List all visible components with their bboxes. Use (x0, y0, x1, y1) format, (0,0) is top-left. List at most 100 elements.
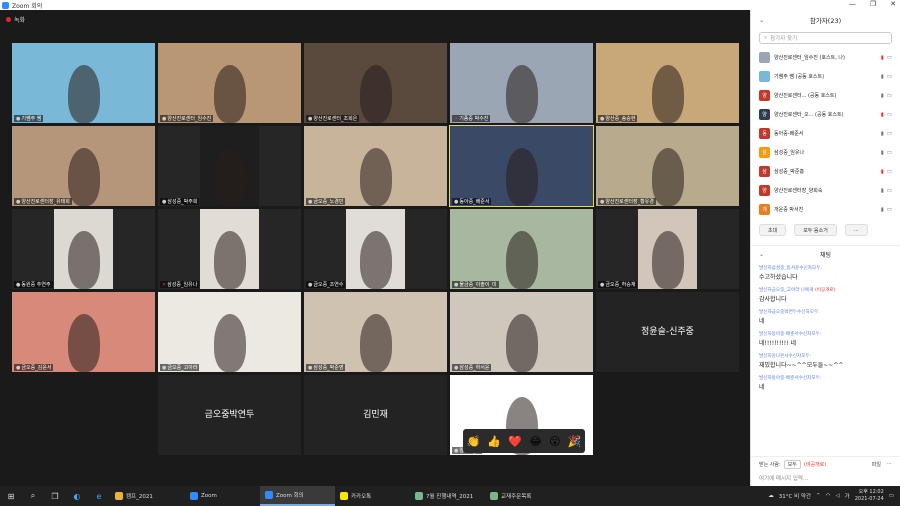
tile-label: ● 동원중 추연주 (14, 281, 53, 288)
video-tile[interactable]: ● 양산진로센터_조희은 (304, 43, 447, 123)
volume-icon[interactable]: ◁ (835, 493, 839, 499)
video-tile[interactable]: ● 금오중_노경민 (304, 126, 447, 206)
video-tile[interactable] (12, 375, 155, 455)
mute-all-button[interactable]: 모두 음소거 (794, 224, 837, 236)
chat-message: 발신자동아중-배준서수신자모두: 네 (759, 375, 892, 391)
video-tile[interactable]: ● 금오중_김윤서 (12, 292, 155, 372)
video-tile[interactable]: 정윤슬-신주중 (596, 292, 739, 372)
video-tile[interactable]: ● 삼성중_하서윤 (450, 292, 593, 372)
internet-explorer-icon[interactable]: e (88, 486, 110, 506)
surprise-reaction-icon[interactable]: 😮 (549, 435, 560, 448)
mic-icon[interactable]: ▮ (881, 131, 884, 137)
participant-name: 양산진로센터장_양희숙 (774, 188, 823, 194)
mic-icon[interactable]: ▮ (881, 207, 884, 213)
taskbar-app[interactable]: 캠프_2021 (110, 486, 185, 506)
chat-input[interactable]: 여기에 메시지 입력... (759, 474, 892, 482)
mic-icon[interactable]: ▮ (881, 112, 884, 118)
invite-button[interactable]: 초대 (759, 224, 787, 236)
participant-row[interactable]: 동 동아중-배준서 ▮ ▭ (751, 124, 900, 143)
participant-row[interactable]: 양산진로센터_임수진 (호스트, 나) ▮ ▭ (751, 48, 900, 67)
task-view-icon[interactable]: ❐ (44, 486, 66, 506)
mic-icon[interactable]: ▮ (881, 169, 884, 175)
party-reaction-icon[interactable]: 🎉 (568, 435, 582, 448)
participant-row[interactable]: 삼 삼성중_박준홍 ▮ ▭ (751, 162, 900, 181)
participant-row[interactable]: 양 양산진로센터... (공동 호스트) ▮ ▭ (751, 86, 900, 105)
maximize-button[interactable]: ❐ (870, 0, 876, 8)
tile-label: ● 금오중_조연수 (306, 281, 346, 288)
collapse-chevron-icon[interactable]: ⌄ (759, 16, 764, 24)
video-tile[interactable]: ● 금오중_고아라 (158, 292, 301, 372)
video-tile[interactable]: ● 물금중_이솔이_미 (450, 209, 593, 289)
mic-icon[interactable]: ▮ (881, 188, 884, 194)
clap-reaction-icon[interactable]: 👏 (467, 435, 481, 448)
video-tile[interactable] (596, 375, 739, 455)
windows-start-icon[interactable]: ⊞ (0, 486, 22, 506)
video-tile[interactable]: 김민재 (304, 375, 447, 455)
chat-footer: 받는 사람: 모두 (비공개로) 파일 ⋯ 여기에 메시지 입력... (751, 456, 900, 486)
recording-indicator[interactable]: 녹화 (6, 15, 25, 24)
taskbar-app[interactable]: 교재주문목록 (485, 486, 560, 506)
participant-list: 양산진로센터_임수진 (호스트, 나) ▮ ▭ 기쌤주 쌤 (공동 호스트) ▮ ▭ 양 양산… (751, 48, 900, 219)
video-icon[interactable]: ▭ (887, 112, 892, 118)
video-icon[interactable]: ▭ (887, 150, 892, 156)
video-tile[interactable]: ● 금오중_허승재 (596, 209, 739, 289)
video-tile[interactable]: ● 양산진로센터장_황유경 (596, 126, 739, 206)
video-tile[interactable]: ● 동아중_배준서 (449, 125, 594, 207)
taskbar-app[interactable]: Zoom 회의 (260, 486, 335, 506)
participant-row[interactable]: 개 개운중 박서진 ▮ ▭ (751, 200, 900, 219)
participant-name: 김민재 (363, 410, 388, 420)
notification-icon[interactable]: ▭ (889, 493, 894, 499)
close-button[interactable]: ✕ (890, 0, 896, 8)
video-icon[interactable]: ▭ (887, 131, 892, 137)
laugh-reaction-icon[interactable]: 😂 (529, 435, 542, 448)
minimize-button[interactable]: — (849, 0, 856, 8)
video-tile[interactable]: ● 금오중_조연수 (304, 209, 447, 289)
participant-row[interactable]: 양 양산진로센터장_양희숙 ▮ ▭ (751, 181, 900, 200)
collapse-chevron-icon[interactable]: ⌄ (759, 251, 764, 258)
mic-icon[interactable]: ▮ (881, 55, 884, 61)
participant-row[interactable]: 양 양산진로센터_오... (공동 호스트) ▮ ▭ (751, 105, 900, 124)
avatar (759, 52, 770, 63)
video-tile[interactable]: 금오중박연두 (158, 375, 301, 455)
participant-row[interactable]: 삼 삼성중_임유나 ▮ ▭ (751, 143, 900, 162)
more-button[interactable]: ... (844, 224, 868, 236)
video-tile[interactable]: ● 양산중_송승현 (596, 43, 739, 123)
video-tile[interactable]: ● 양산진로센터장_유태희 (12, 126, 155, 206)
video-tile[interactable]: ● 삼성중_박주희 (158, 126, 301, 206)
file-button[interactable]: 파일 (872, 461, 881, 468)
video-icon[interactable]: ▭ (887, 74, 892, 80)
mic-icon[interactable]: ▮ (881, 74, 884, 80)
taskbar-app[interactable]: 카카오톡 (335, 486, 410, 506)
ime-indicator[interactable]: 가 (845, 492, 850, 500)
wifi-icon[interactable]: ◠ (826, 493, 831, 499)
tile-label: ● 양산진로센터_조희은 (306, 115, 360, 122)
tile-label: ✕ 기종중 박수진 (452, 115, 491, 122)
participant-row[interactable]: 기쌤주 쌤 (공동 호스트) ▮ ▭ (751, 67, 900, 86)
recipient-select[interactable]: 모두 (783, 460, 801, 469)
video-tile[interactable]: ● 동원중 추연주 (12, 209, 155, 289)
search-icon[interactable]: ⌕ (22, 486, 44, 506)
video-tile[interactable]: ✕ 삼성중_임유나 (158, 209, 301, 289)
participant-search-input[interactable]: ⌕ 참가자 찾기 (759, 32, 892, 44)
weather-text[interactable]: 31°C 비 약간 (779, 492, 811, 500)
taskbar-app[interactable]: 7월 진행내역_2021 (410, 486, 485, 506)
video-icon[interactable]: ▭ (887, 207, 892, 213)
taskbar-app[interactable]: Zoom (185, 486, 260, 506)
participant-silhouette (506, 148, 538, 206)
heart-reaction-icon[interactable]: ❤️ (508, 435, 522, 448)
video-tile[interactable]: ● 기쌤주 쌤 (12, 43, 155, 123)
video-icon[interactable]: ▭ (887, 188, 892, 194)
video-tile[interactable]: ● 양산진로센터_임수진 (158, 43, 301, 123)
thumbs-up-reaction-icon[interactable]: 👍 (487, 435, 501, 448)
mic-icon[interactable]: ▮ (881, 150, 884, 156)
video-tile[interactable]: ● 삼성중_박준영 (304, 292, 447, 372)
clock[interactable]: 오후 12:02 2021-07-24 (855, 489, 884, 503)
video-tile[interactable]: ✕ 기종중 박수진 (450, 43, 593, 123)
edge-browser-icon[interactable]: ◐ (66, 486, 88, 506)
tray-arrow-icon[interactable]: ⌃ (816, 493, 821, 499)
video-icon[interactable]: ▭ (887, 169, 892, 175)
video-icon[interactable]: ▭ (887, 55, 892, 61)
video-icon[interactable]: ▭ (887, 93, 892, 99)
more-options-icon[interactable]: ⋯ (887, 461, 892, 468)
mic-icon[interactable]: ▮ (881, 93, 884, 99)
